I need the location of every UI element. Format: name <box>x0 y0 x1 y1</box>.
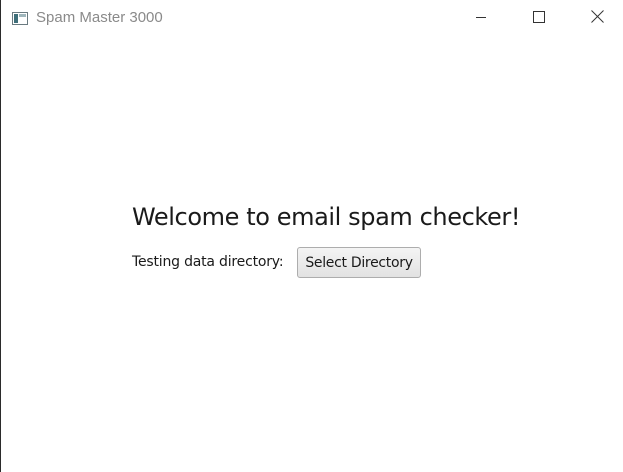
welcome-heading: Welcome to email spam checker! <box>132 203 521 231</box>
select-directory-button[interactable]: Select Directory <box>297 247 421 278</box>
title-bar[interactable]: Spam Master 3000 <box>2 0 623 36</box>
app-window: Spam Master 3000 Welcome to email spam c… <box>0 0 623 472</box>
close-icon <box>590 8 604 27</box>
maximize-button[interactable] <box>516 0 562 34</box>
minimize-icon <box>475 8 487 27</box>
window-title: Spam Master 3000 <box>36 9 163 26</box>
main-content: Welcome to email spam checker! Testing d… <box>2 36 623 472</box>
directory-label: Testing data directory: <box>132 254 284 270</box>
close-button[interactable] <box>574 0 620 34</box>
maximize-icon <box>533 8 545 27</box>
minimize-button[interactable] <box>458 0 504 34</box>
app-icon <box>12 10 28 25</box>
